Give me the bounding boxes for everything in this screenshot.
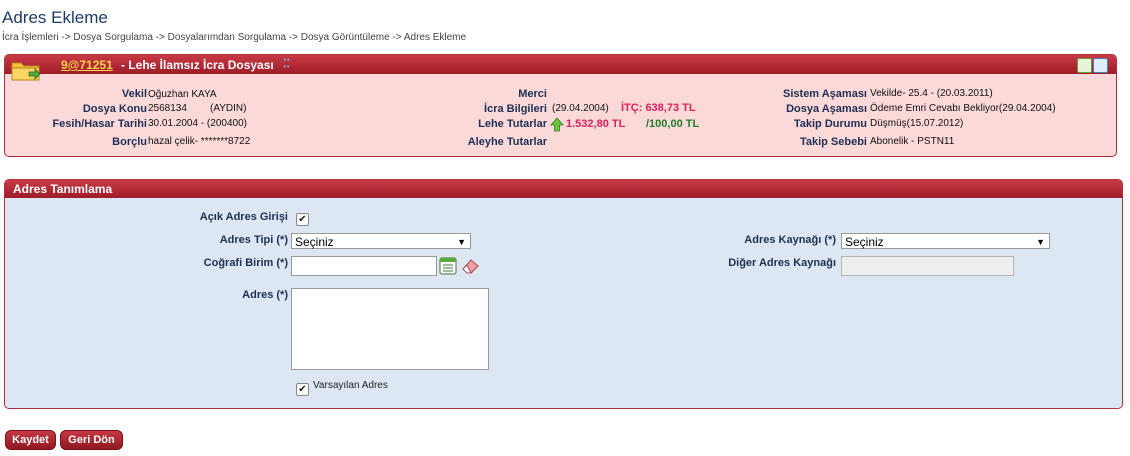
takip-sebebi-value: Abonelik - PSTN11 [870, 136, 955, 147]
borclu-value: hazal çelik- *******8722 [148, 136, 251, 147]
file-number-link[interactable]: 9@71251 [61, 58, 113, 72]
fesih-value: 30.01.2004 - (200400) [148, 118, 247, 129]
acik-adres-label: Açık Adres Girişi [199, 211, 288, 223]
adres-kaynagi-select[interactable]: Seçiniz ▼ [841, 233, 1050, 249]
folder-icon [11, 62, 41, 81]
page-title: Adres Ekleme [2, 8, 108, 27]
icra-bilgileri-label: İcra Bilgileri [484, 103, 547, 115]
borclu-label: Borçlu [112, 136, 147, 148]
diger-kaynak-input[interactable] [841, 256, 1014, 276]
adres-textarea[interactable] [291, 288, 489, 370]
dosya-asamasi-label: Dosya Aşaması [786, 103, 867, 115]
varsayilan-checkbox[interactable]: ✔ [296, 383, 309, 396]
list-select-icon[interactable] [439, 257, 457, 275]
dosya-konu-city: (AYDIN) [210, 103, 247, 114]
chevron-down-icon: ▼ [1036, 237, 1045, 247]
options-dots-icon[interactable]: ⁚⁚ [283, 57, 290, 70]
acik-adres-checkbox[interactable]: ✔ [296, 213, 309, 226]
eraser-icon[interactable] [460, 257, 480, 275]
sistem-asamasi-value: Vekilde- 25.4 - (20.03.2011) [870, 88, 993, 99]
adres-label: Adres (*) [242, 289, 288, 301]
vekil-value: Oğuzhan KAYA [148, 89, 217, 100]
address-form-panel: Adres Tanımlama Açık Adres Girişi ✔ Adre… [4, 179, 1123, 409]
lehe-tutar-red: 1.532,80 TL [566, 118, 626, 130]
save-button[interactable]: Kaydet [5, 430, 56, 450]
file-info-header: 9@71251 - Lehe İlamsız İcra Dosyası ⁚⁚ [5, 55, 1116, 81]
chevron-down-icon: ▼ [457, 237, 466, 247]
back-button[interactable]: Geri Dön [60, 430, 123, 450]
add-note-icon[interactable] [1077, 58, 1092, 73]
takip-durumu-label: Takip Durumu [793, 118, 867, 130]
varsayilan-label: Varsayılan Adres [313, 380, 388, 391]
adres-tipi-label: Adres Tipi (*) [219, 234, 288, 246]
address-form-header: Adres Tanımlama [5, 180, 1122, 198]
refresh-icon[interactable] [1093, 58, 1108, 73]
dosya-konu-label: Dosya Konu [82, 103, 147, 115]
cografi-birim-label: Coğrafi Birim (*) [203, 257, 288, 269]
up-arrow-icon [550, 117, 564, 132]
sistem-asamasi-label: Sistem Aşaması [783, 88, 867, 100]
takip-sebebi-label: Takip Sebebi [799, 136, 867, 148]
lehe-tutarlar-label: Lehe Tutarlar [478, 118, 547, 130]
diger-kaynak-label: Diğer Adres Kaynağı [728, 257, 836, 269]
file-type: - Lehe İlamsız İcra Dosyası [121, 58, 274, 72]
takip-durumu-value: Düşmüş(15.07.2012) [870, 118, 964, 129]
breadcrumb: İcra İşlemleri -> Dosya Sorgulama -> Dos… [2, 32, 467, 43]
vekil-label: Vekil [121, 88, 147, 100]
cografi-birim-input[interactable] [291, 256, 437, 276]
icra-bilgileri-itc: İTÇ: 638,73 TL [621, 102, 696, 114]
fesih-label: Fesih/Hasar Tarihi [52, 118, 147, 130]
dosya-asamasi-value: Ödeme Emri Cevabı Bekliyor(29.04.2004) [870, 103, 1056, 114]
adres-tipi-selected: Seçiniz [295, 235, 334, 249]
aleyhe-tutarlar-label: Aleyhe Tutarlar [467, 136, 547, 148]
adres-tipi-select[interactable]: Seçiniz ▼ [291, 233, 471, 249]
icra-bilgileri-date: (29.04.2004) [552, 103, 609, 114]
lehe-tutar-green: /100,00 TL [646, 118, 700, 130]
adres-kaynagi-selected: Seçiniz [845, 235, 884, 249]
file-info-panel: 9@71251 - Lehe İlamsız İcra Dosyası ⁚⁚ V… [4, 54, 1117, 157]
adres-kaynagi-label: Adres Kaynağı (*) [744, 234, 836, 246]
merci-label: Merci [518, 88, 547, 100]
dosya-konu-value: 2568134 [148, 103, 187, 114]
